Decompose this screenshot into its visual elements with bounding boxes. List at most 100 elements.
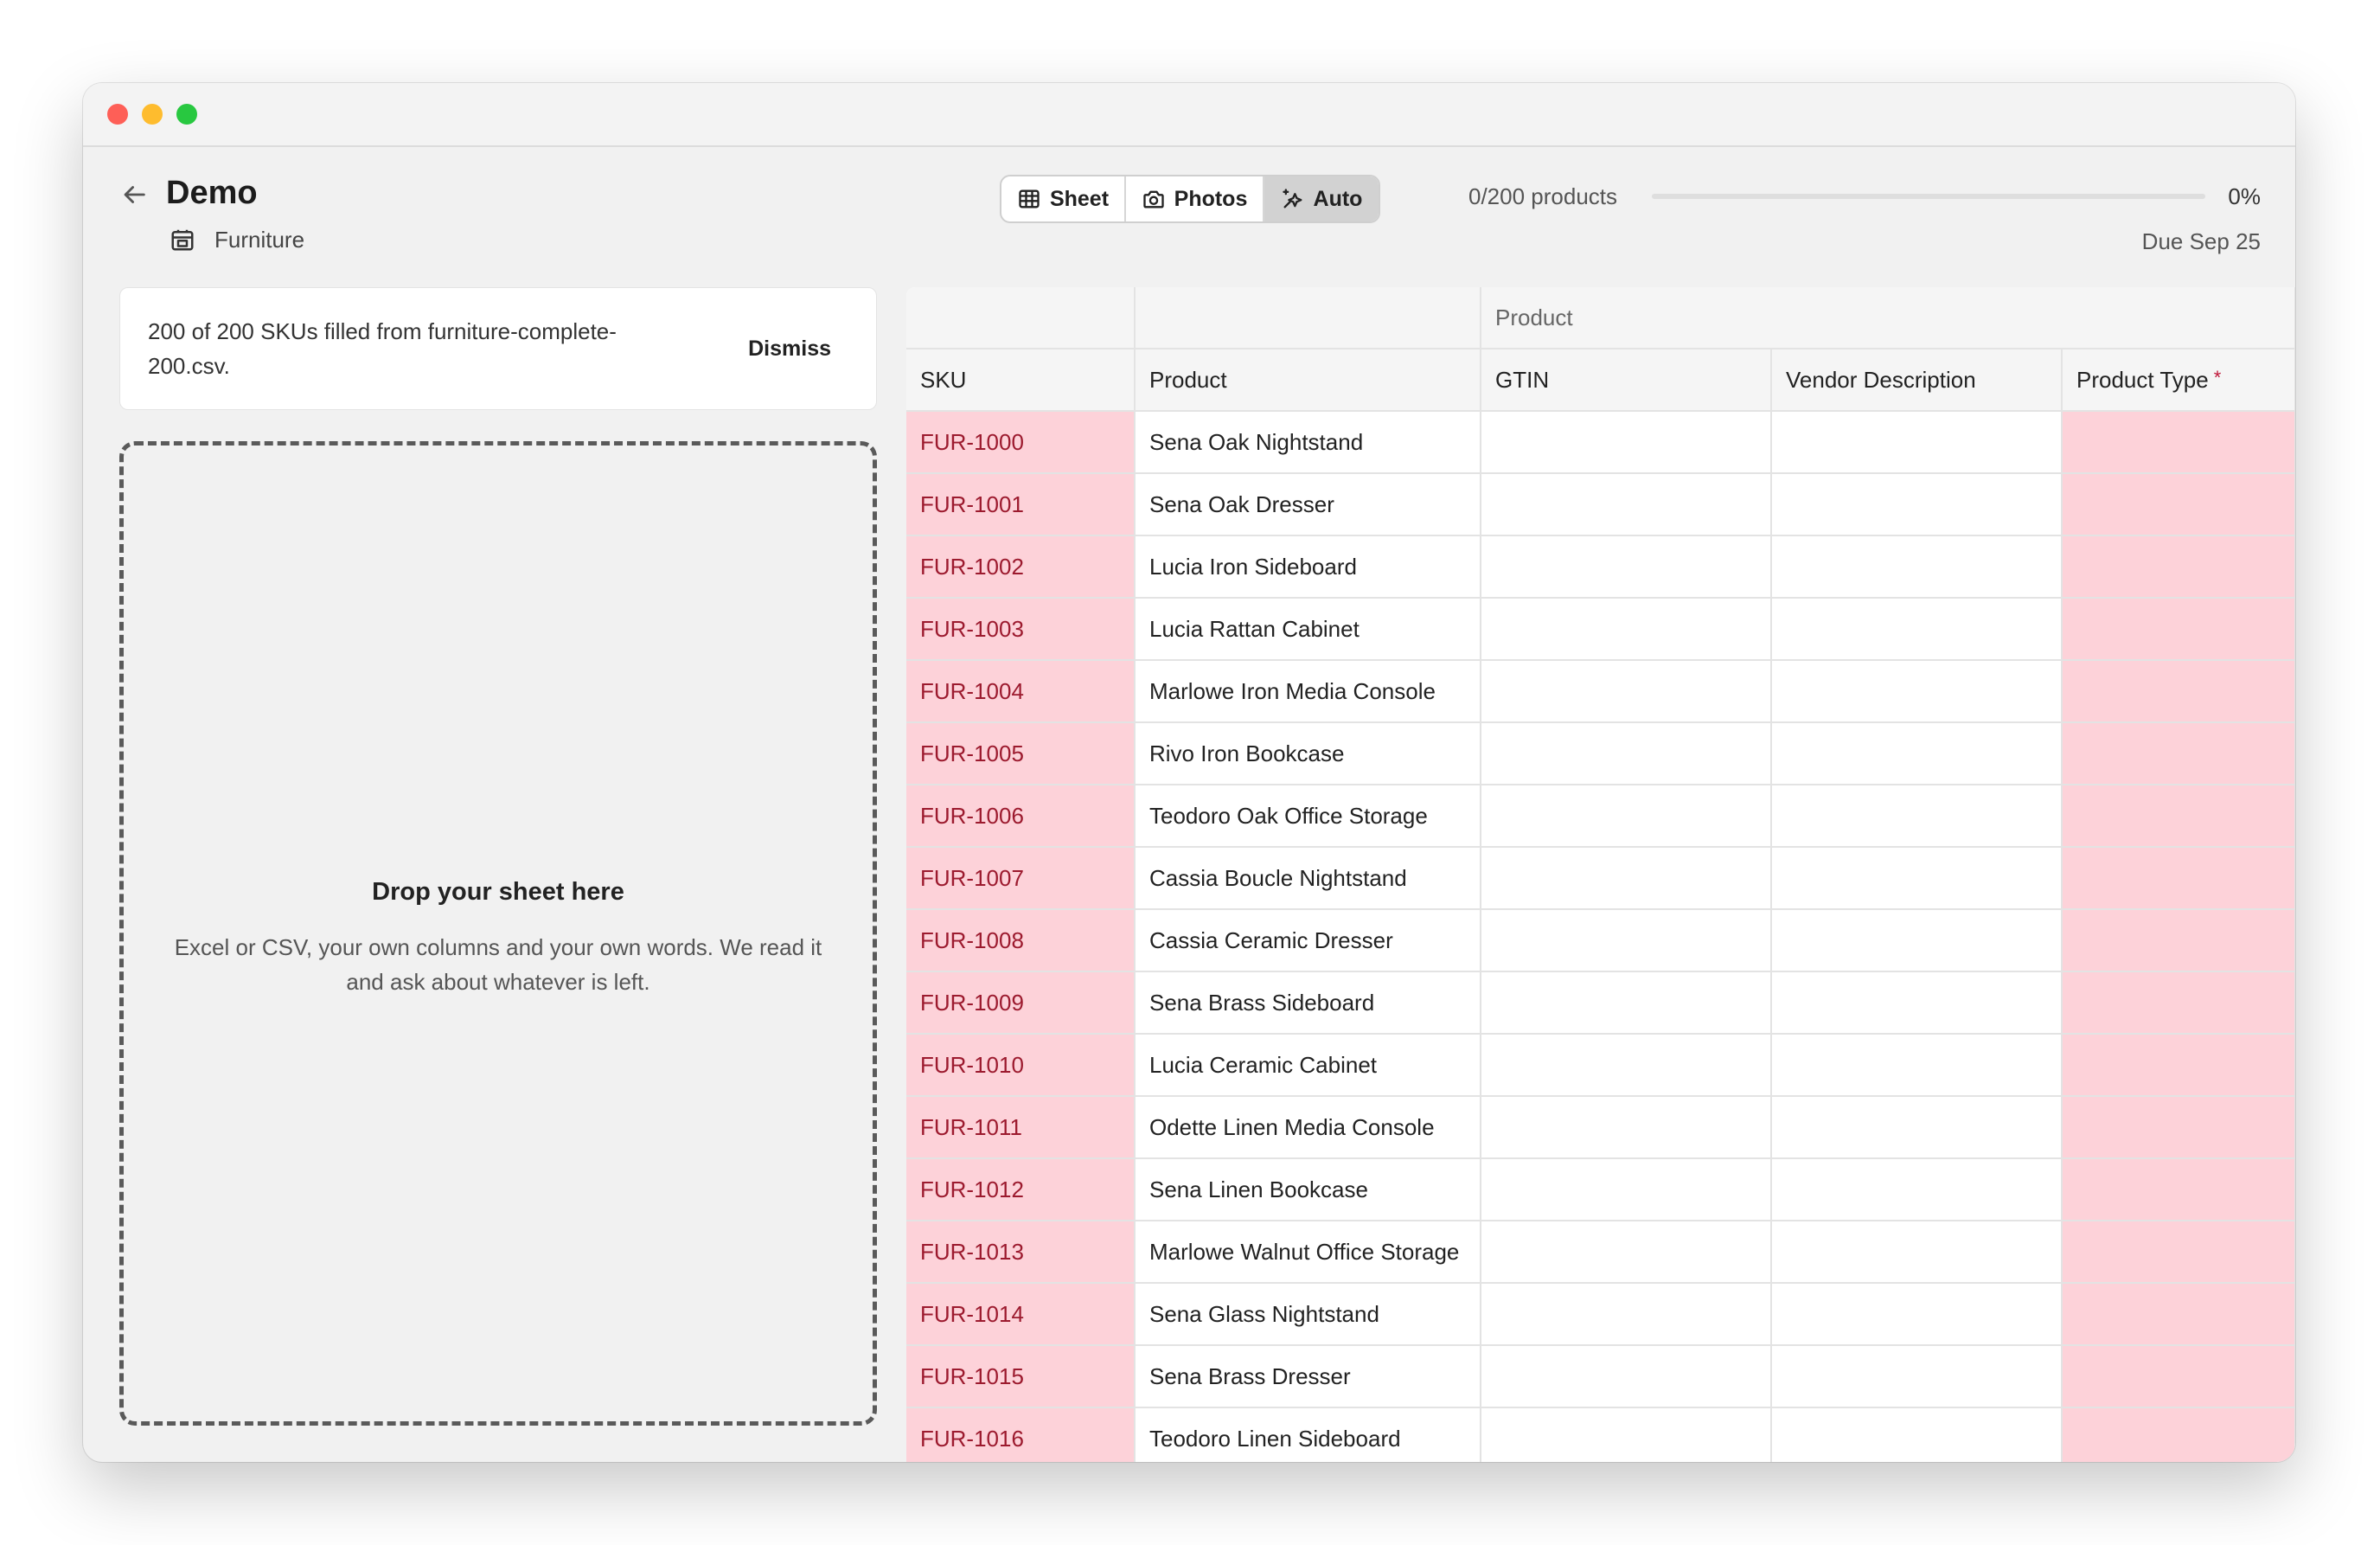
gtin-cell[interactable] (1481, 971, 1772, 1035)
sku-cell[interactable]: FUR-1005 (906, 722, 1136, 785)
vendor-description-cell[interactable] (1771, 847, 2063, 910)
sku-cell[interactable]: FUR-1008 (906, 909, 1136, 972)
vendor-description-cell[interactable] (1771, 411, 2063, 474)
vendor-description-cell[interactable] (1771, 1283, 2063, 1346)
product-cell[interactable]: Teodoro Linen Sideboard (1135, 1407, 1481, 1462)
vendor-description-cell[interactable] (1771, 722, 2063, 785)
vendor-description-cell[interactable] (1771, 473, 2063, 536)
product-cell[interactable]: Marlowe Iron Media Console (1135, 660, 1481, 723)
product-cell[interactable]: Odette Linen Media Console (1135, 1096, 1481, 1159)
sku-cell[interactable]: FUR-1013 (906, 1221, 1136, 1284)
dismiss-button[interactable]: Dismiss (748, 337, 831, 362)
vendor-description-cell[interactable] (1771, 1221, 2063, 1284)
vendor-description-cell[interactable] (1771, 1407, 2063, 1462)
vendor-description-cell[interactable] (1771, 660, 2063, 723)
gtin-cell[interactable] (1481, 785, 1772, 848)
minimize-window-button[interactable] (142, 104, 163, 125)
gtin-cell[interactable] (1481, 411, 1772, 474)
product-type-cell[interactable] (2062, 785, 2295, 848)
sku-cell[interactable]: FUR-1004 (906, 660, 1136, 723)
sku-cell[interactable]: FUR-1007 (906, 847, 1136, 910)
product-cell[interactable]: Sena Brass Sideboard (1135, 971, 1481, 1035)
column-header-sku[interactable]: SKU (906, 349, 1136, 412)
vendor-description-cell[interactable] (1771, 1034, 2063, 1097)
gtin-cell[interactable] (1481, 722, 1772, 785)
product-cell[interactable]: Lucia Rattan Cabinet (1135, 598, 1481, 661)
sku-cell[interactable]: FUR-1002 (906, 535, 1136, 599)
product-type-cell[interactable] (2062, 660, 2295, 723)
gtin-cell[interactable] (1481, 1283, 1772, 1346)
sku-cell[interactable]: FUR-1015 (906, 1345, 1136, 1408)
gtin-cell[interactable] (1481, 909, 1772, 972)
zoom-window-button[interactable] (176, 104, 197, 125)
product-type-cell[interactable] (2062, 1221, 2295, 1284)
gtin-cell[interactable] (1481, 1345, 1772, 1408)
sku-cell[interactable]: FUR-1001 (906, 473, 1136, 536)
product-type-cell[interactable] (2062, 847, 2295, 910)
product-cell[interactable]: Sena Oak Nightstand (1135, 411, 1481, 474)
product-cell[interactable]: Rivo Iron Bookcase (1135, 722, 1481, 785)
photos-view-button[interactable]: Photos (1126, 176, 1264, 221)
vendor-description-cell[interactable] (1771, 535, 2063, 599)
gtin-cell[interactable] (1481, 1034, 1772, 1097)
product-type-cell[interactable] (2062, 1407, 2295, 1462)
file-drop-zone[interactable]: Drop your sheet here Excel or CSV, your … (119, 441, 877, 1426)
close-window-button[interactable] (107, 104, 128, 125)
vendor-description-cell[interactable] (1771, 1345, 2063, 1408)
product-cell[interactable]: Cassia Boucle Nightstand (1135, 847, 1481, 910)
gtin-cell[interactable] (1481, 1407, 1772, 1462)
gtin-cell[interactable] (1481, 1096, 1772, 1159)
gtin-cell[interactable] (1481, 660, 1772, 723)
vendor-description-cell[interactable] (1771, 909, 2063, 972)
product-cell[interactable]: Cassia Ceramic Dresser (1135, 909, 1481, 972)
product-type-cell[interactable] (2062, 1345, 2295, 1408)
product-cell[interactable]: Marlowe Walnut Office Storage (1135, 1221, 1481, 1284)
vendor-description-cell[interactable] (1771, 1096, 2063, 1159)
vendor-description-cell[interactable] (1771, 785, 2063, 848)
gtin-cell[interactable] (1481, 1158, 1772, 1221)
product-type-cell[interactable] (2062, 1034, 2295, 1097)
product-cell[interactable]: Sena Oak Dresser (1135, 473, 1481, 536)
vendor-description-cell[interactable] (1771, 598, 2063, 661)
product-type-cell[interactable] (2062, 971, 2295, 1035)
product-cell[interactable]: Lucia Iron Sideboard (1135, 535, 1481, 599)
product-type-cell[interactable] (2062, 909, 2295, 972)
vendor-description-cell[interactable] (1771, 1158, 2063, 1221)
arrow-left-icon[interactable] (119, 180, 149, 209)
sku-cell[interactable]: FUR-1000 (906, 411, 1136, 474)
product-cell[interactable]: Sena Brass Dresser (1135, 1345, 1481, 1408)
sheet-view-button[interactable]: Sheet (1001, 176, 1126, 221)
sku-cell[interactable]: FUR-1009 (906, 971, 1136, 1035)
product-cell[interactable]: Teodoro Oak Office Storage (1135, 785, 1481, 848)
product-type-cell[interactable] (2062, 1158, 2295, 1221)
sku-cell[interactable]: FUR-1003 (906, 598, 1136, 661)
product-type-cell[interactable] (2062, 411, 2295, 474)
vendor-description-cell[interactable] (1771, 971, 2063, 1035)
product-type-cell[interactable] (2062, 722, 2295, 785)
sku-cell[interactable]: FUR-1014 (906, 1283, 1136, 1346)
gtin-cell[interactable] (1481, 847, 1772, 910)
gtin-cell[interactable] (1481, 473, 1772, 536)
product-grid: Product SKU Product GTIN Vendor Descript… (906, 287, 2295, 1462)
product-type-cell[interactable] (2062, 535, 2295, 599)
gtin-cell[interactable] (1481, 598, 1772, 661)
product-cell[interactable]: Sena Glass Nightstand (1135, 1283, 1481, 1346)
product-cell[interactable]: Lucia Ceramic Cabinet (1135, 1034, 1481, 1097)
sku-cell[interactable]: FUR-1010 (906, 1034, 1136, 1097)
product-type-cell[interactable] (2062, 473, 2295, 536)
product-type-cell[interactable] (2062, 1283, 2295, 1346)
sku-cell[interactable]: FUR-1016 (906, 1407, 1136, 1462)
column-header-gtin[interactable]: GTIN (1481, 349, 1772, 412)
gtin-cell[interactable] (1481, 535, 1772, 599)
gtin-cell[interactable] (1481, 1221, 1772, 1284)
product-type-cell[interactable] (2062, 598, 2295, 661)
column-header-product[interactable]: Product (1135, 349, 1481, 412)
column-header-product-type[interactable]: Product Type * (2062, 349, 2295, 412)
sku-cell[interactable]: FUR-1012 (906, 1158, 1136, 1221)
product-cell[interactable]: Sena Linen Bookcase (1135, 1158, 1481, 1221)
product-type-cell[interactable] (2062, 1096, 2295, 1159)
sku-cell[interactable]: FUR-1011 (906, 1096, 1136, 1159)
column-header-vendor-description[interactable]: Vendor Description (1771, 349, 2063, 412)
auto-view-button[interactable]: Auto (1264, 176, 1379, 221)
sku-cell[interactable]: FUR-1006 (906, 785, 1136, 848)
